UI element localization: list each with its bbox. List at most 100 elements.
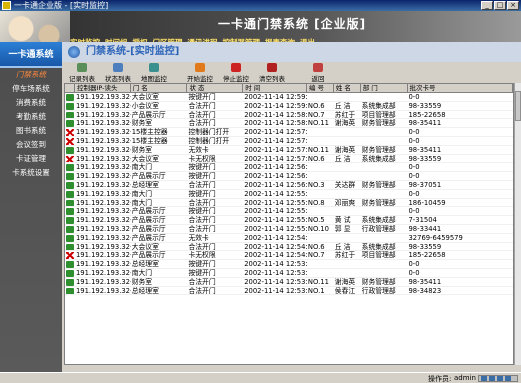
door-open-icon: [66, 225, 74, 233]
toolbar-button-1[interactable]: 状态列表: [100, 62, 136, 83]
status-cell: [65, 128, 75, 136]
table-cell: [334, 128, 361, 136]
table-cell: NO.11: [307, 145, 329, 154]
toolbar-button-2[interactable]: 地图监控: [136, 62, 172, 83]
column-header[interactable]: 时 间: [243, 84, 307, 92]
table-cell: 98-35411: [408, 145, 442, 154]
close-button[interactable]: ×: [507, 1, 519, 10]
table-cell: 产品展示厅: [131, 251, 166, 260]
table-row[interactable]: 191.192.193.32-1南大门 按键开门 2002-11-14 12:56:…: [65, 163, 513, 173]
table-cell: 191.192.193.32-10: [75, 128, 131, 136]
table-cell: 98-33559: [408, 154, 442, 163]
table-cell: 小会议室: [131, 101, 159, 110]
table-cell: 黄 试: [334, 216, 351, 224]
door-open-icon: [66, 261, 74, 268]
status-cell: [65, 269, 75, 277]
scrollbar-thumb[interactable]: [515, 91, 521, 121]
column-header[interactable]: 姓 名: [334, 84, 361, 92]
table-cell: 2002-11-14 12:59:27: [244, 101, 307, 110]
table-row[interactable]: 191.192.193.32-5 大会议室 卡无权限 2002-11-14 12:57…: [65, 155, 513, 164]
toolbar-button-4[interactable]: 停止监控: [218, 62, 254, 83]
table-row[interactable]: 191.192.193.32-3 总经理室 合法开门 2002-11-14 12:53…: [65, 287, 513, 296]
door-open-icon: [66, 181, 74, 189]
table-row[interactable]: 191.192.193.32-1015楼主控器 控制器门打开 2002-11-14 …: [65, 128, 513, 137]
column-header[interactable]: [65, 84, 75, 92]
status-cell: [65, 225, 75, 233]
table-row[interactable]: 191.192.193.32-7 产品展示厅 卡无权限 2002-11-14 12:5…: [65, 251, 513, 261]
table-cell: 2002-11-14 12:54:27: [244, 242, 307, 251]
maximize-button[interactable]: □: [494, 1, 506, 10]
page-title-bar: 门禁系统-[实时监控]: [62, 42, 521, 62]
toolbar-button-0[interactable]: 记录列表: [64, 62, 100, 83]
table-cell: NO.11: [307, 119, 329, 128]
table-row[interactable]: 191.192.193.32-8财务室 无效卡 2002-11-14 12:57:0…: [65, 146, 513, 155]
sidebar-item-access[interactable]: 门禁系统: [0, 68, 62, 82]
table-row[interactable]: 191.192.193.32-7 产品展示厅 按键开门 2002-11-14 12:5…: [65, 172, 513, 181]
column-header[interactable]: 编 号: [307, 84, 334, 92]
door-open-icon: [66, 234, 74, 242]
table-cell: 2002-11-14 12:58:42: [244, 110, 307, 119]
column-header[interactable]: 批次卡号: [408, 84, 513, 92]
table-row[interactable]: 191.192.193.32-1015楼主控器 控制器门打开 2002-11-14 …: [65, 137, 513, 146]
door-open-icon: [66, 199, 74, 207]
table-row[interactable]: 191.192.193.32-5 大会议室 合法开门 2002-11-14 12:54…: [65, 243, 513, 252]
column-header[interactable]: 状 态: [187, 84, 244, 92]
table-cell: NO.5: [307, 216, 325, 224]
table-cell: 2002-11-14 12:53:52: [244, 260, 307, 268]
table-row[interactable]: 191.192.193.32-3 总经理室 按键开门 2002-11-14 12:53…: [65, 260, 513, 269]
vertical-scrollbar[interactable]: [514, 83, 521, 365]
table-cell: [361, 269, 408, 277]
table-row[interactable]: 191.192.193.32-7 产品展示厅 无效卡 2002-11-14 12:54…: [65, 234, 513, 243]
table-row[interactable]: 191.192.193.32-5 大会议室 按键开门 2002-11-14 12:59…: [65, 93, 513, 102]
table-cell: 191.192.193.32-7: [75, 216, 131, 224]
table-cell: NO.6: [307, 101, 325, 110]
table-row[interactable]: 191.192.193.32-7 产品展示厅 合法开门 2002-11-14 12:5…: [65, 216, 513, 225]
table-row[interactable]: 191.192.193.32-1南大门 合法开门 2002-11-14 12:55:…: [65, 199, 513, 208]
sidebar-item-card-settings[interactable]: 卡系统设置: [0, 166, 62, 180]
column-header[interactable]: 部 门: [361, 84, 408, 92]
column-header[interactable]: 控制器IP-读头: [75, 84, 131, 92]
table-cell: 2002-11-14 12:56:41: [244, 163, 307, 172]
table-cell: 0-0: [408, 268, 420, 277]
table-row[interactable]: 191.192.193.32-7 产品展示厅 合法开门 2002-11-14 12:5…: [65, 111, 513, 120]
table-cell: 2002-11-14 12:57:41: [244, 136, 307, 145]
table-cell: [307, 172, 334, 180]
column-header[interactable]: 门 名: [131, 84, 188, 92]
toolbar-button-6[interactable]: 返回: [300, 62, 336, 83]
sidebar-item-consume[interactable]: 消费系统: [0, 96, 62, 110]
toolbar-button-3[interactable]: 开始监控: [182, 62, 218, 83]
table-cell: 191.192.193.32-1: [75, 163, 131, 172]
toolbar-button-label: 清空列表: [259, 75, 285, 83]
table-cell: 按键开门: [188, 260, 216, 268]
status-cell: [65, 181, 75, 189]
status-bar: 操作员: admin: [0, 372, 521, 383]
start-icon: [195, 63, 205, 72]
sidebar-item-parking[interactable]: 停车场系统: [0, 82, 62, 96]
table-cell: 191.192.193.32-7: [75, 224, 131, 233]
table-row[interactable]: 191.192.193.32-3 总经理室 合法开门 2002-11-14 12:56…: [65, 181, 513, 190]
alarm-x-icon: [66, 155, 74, 163]
sidebar-item-meeting[interactable]: 会议签到: [0, 138, 62, 152]
table-cell: 关达群: [334, 180, 356, 189]
table-row[interactable]: 191.192.193.32-1南大门 按键开门 2002-11-14 12:55:…: [65, 190, 513, 199]
table-cell: 185-22658: [408, 110, 446, 119]
table-cell: [361, 234, 408, 242]
table-cell: 按键开门: [188, 172, 216, 180]
toolbar-button-5[interactable]: 清空列表: [254, 62, 290, 83]
table-row[interactable]: 191.192.193.32-5 小会议室 合法开门 2002-11-14 12:59…: [65, 102, 513, 111]
table-cell: [307, 128, 334, 136]
toolbar-button-label: 地图监控: [141, 75, 167, 83]
table-cell: 2002-11-14 12:57:07: [244, 145, 307, 154]
sidebar-item-card-mgmt[interactable]: 卡证管理: [0, 152, 62, 166]
table-row[interactable]: 191.192.193.32-1南大门 按键开门 2002-11-14 12:53:…: [65, 269, 513, 278]
sidebar-item-library[interactable]: 图书系统: [0, 124, 62, 138]
sidebar-item-attendance[interactable]: 考勤系统: [0, 110, 62, 124]
table-cell: NO.7: [307, 251, 325, 260]
table-row[interactable]: 191.192.193.32-8财务室 合法开门 2002-11-14 12:58:…: [65, 119, 513, 129]
status-cell: [65, 163, 75, 172]
table-row[interactable]: 191.192.193.32-7 产品展示厅 合法开门 2002-11-14 12:5…: [65, 225, 513, 234]
table-row[interactable]: 191.192.193.32-8财务室 合法开门 2002-11-14 12:53:…: [65, 278, 513, 287]
minimize-button[interactable]: _: [481, 1, 493, 10]
table-cell: 98-34823: [408, 286, 442, 295]
table-row[interactable]: 191.192.193.32-7 产品展示厅 按键开门 2002-11-14 12:5…: [65, 207, 513, 217]
